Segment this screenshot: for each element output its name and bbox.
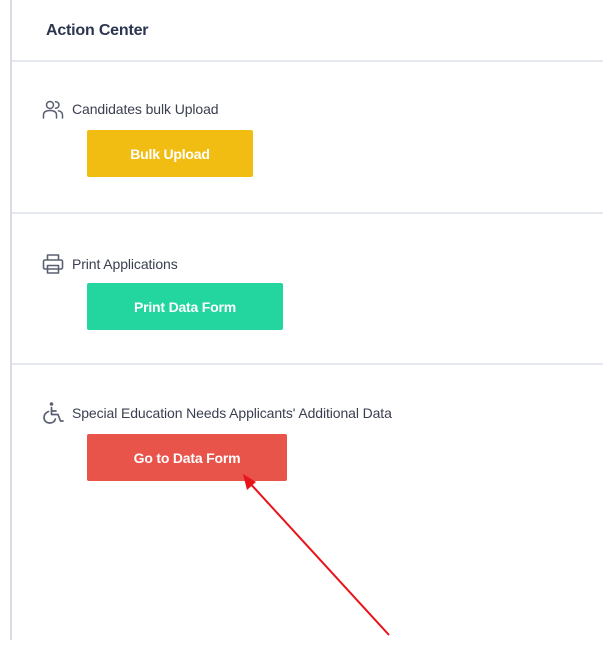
printer-icon [42,252,68,276]
section-special-education: Special Education Needs Applicants' Addi… [42,401,392,425]
print-data-form-button[interactable]: Print Data Form [87,283,283,330]
go-to-data-form-button[interactable]: Go to Data Form [87,434,287,481]
section-bulk-upload: Candidates bulk Upload [42,97,219,121]
panel-title: Action Center [46,22,149,39]
section-print-applications: Print Applications [42,252,178,276]
action-center-page: Action Center Candidates bulk Upload Bul… [0,0,603,647]
section-label: Candidates bulk Upload [72,101,219,117]
action-center-panel: Action Center Candidates bulk Upload Bul… [12,0,603,647]
wheelchair-icon [42,401,68,425]
section-label: Print Applications [72,256,178,272]
divider [12,60,603,62]
section-label: Special Education Needs Applicants' Addi… [72,405,392,421]
bulk-upload-button[interactable]: Bulk Upload [87,130,253,177]
users-icon [42,97,68,121]
divider [12,363,603,365]
divider [12,212,603,214]
